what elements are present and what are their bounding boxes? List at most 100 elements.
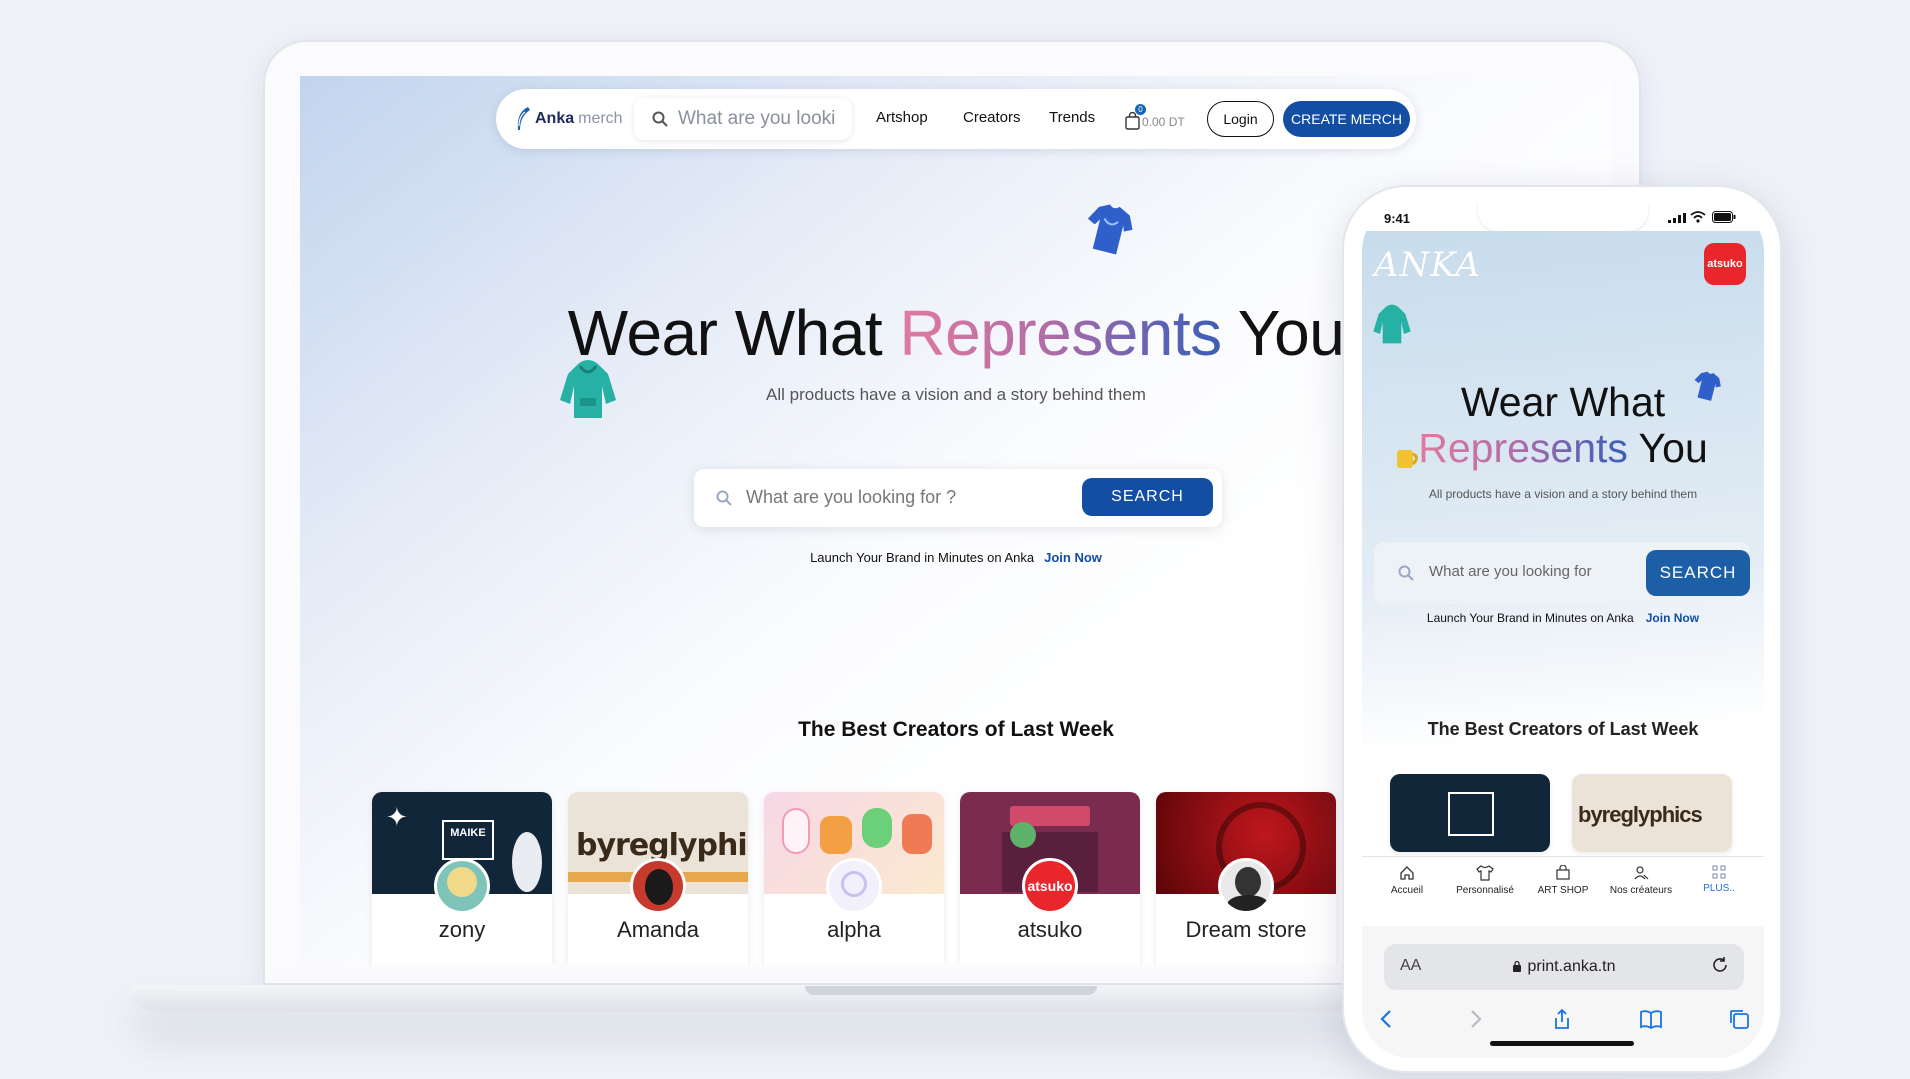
- hero-search-input[interactable]: What are you looking for ?: [746, 487, 956, 508]
- hero-search-bar: What are you looking for ? SEARCH: [694, 469, 1222, 527]
- creator-name: Dream store: [1185, 917, 1307, 942]
- mobile-join-now-link[interactable]: Join Now: [1646, 611, 1699, 625]
- hoodie-illustration-icon: [1373, 304, 1411, 344]
- cart-amount: 0.00 DT: [1142, 115, 1185, 129]
- address-bar[interactable]: AA print.anka.tn: [1384, 944, 1744, 990]
- sparkle-icon: ✦: [386, 802, 408, 832]
- search-icon: [652, 111, 668, 127]
- avatar: [826, 858, 882, 914]
- mobile-content: ANKA atsuko Wear What Represents You All…: [1362, 231, 1764, 856]
- creators-row: MAIKE ✦ zony byreglyphics Amanda alp: [372, 792, 1336, 964]
- nav-search-placeholder: What are you looki: [678, 108, 836, 129]
- tab-personnalise[interactable]: Personnalisé: [1450, 865, 1520, 926]
- tab-nos-createurs[interactable]: Nos créateurs: [1606, 865, 1676, 926]
- cart-button[interactable]: 0 0.00 DT: [1125, 104, 1195, 134]
- grid-icon: [1712, 865, 1726, 879]
- tab-label: Nos créateurs: [1609, 885, 1673, 896]
- hero-title-highlight: Represents: [899, 297, 1222, 369]
- phone-notch: [1478, 203, 1648, 231]
- user-avatar[interactable]: atsuko: [1704, 243, 1746, 285]
- cart-count-badge: 0: [1135, 104, 1146, 115]
- hero-title-start: Wear What: [567, 297, 900, 369]
- nav-link-creators[interactable]: Creators: [963, 109, 1021, 126]
- nav-search-input[interactable]: What are you looki: [634, 98, 852, 140]
- mobile-launch-label: Launch Your Brand in Minutes on Anka: [1426, 611, 1634, 625]
- mobile-search-button[interactable]: SEARCH: [1646, 550, 1750, 596]
- brand-logo[interactable]: Anka merch: [514, 106, 623, 132]
- nav-link-trends[interactable]: Trends: [1049, 109, 1095, 126]
- creator-card[interactable]: atsuko atsuko: [960, 792, 1140, 964]
- avatar: [1218, 858, 1274, 914]
- mobile-creator-card[interactable]: [1390, 774, 1550, 852]
- mobile-creators-row: byreglyphics: [1390, 774, 1732, 852]
- url-display: print.anka.tn: [1384, 958, 1744, 976]
- hero-search-button[interactable]: SEARCH: [1082, 478, 1213, 516]
- browser-toolbar: [1376, 1008, 1750, 1030]
- mobile-hero-title-line2: Represents You: [1362, 425, 1764, 472]
- nav-link-artshop[interactable]: Artshop: [876, 109, 928, 126]
- creator-card[interactable]: Dream store: [1156, 792, 1336, 964]
- avatar: [630, 858, 686, 914]
- brand-suffix: merch: [578, 110, 623, 127]
- creators-icon: [1634, 866, 1649, 880]
- tab-accueil[interactable]: Accueil: [1372, 865, 1442, 926]
- search-icon: [1398, 565, 1414, 581]
- tabs-icon[interactable]: [1728, 1008, 1750, 1030]
- join-now-link[interactable]: Join Now: [1044, 550, 1102, 565]
- avatar-label: atsuko: [1027, 878, 1073, 894]
- mobile-search-input[interactable]: What are you looking for: [1429, 563, 1592, 580]
- status-time: 9:41: [1384, 211, 1411, 226]
- tab-label: PLUS..: [1703, 883, 1735, 894]
- tshirt-illustration-icon: [1087, 204, 1133, 255]
- launch-label: Launch Your Brand in Minutes on Anka: [810, 550, 1035, 565]
- mobile-creator-banner-art: byreglyphics: [1578, 802, 1703, 827]
- status-bar: 9:41: [1362, 203, 1764, 231]
- tab-label: Personnalisé: [1456, 885, 1514, 896]
- creator-banner-art: MAIKE: [442, 820, 494, 860]
- creator-name: Amanda: [617, 917, 699, 942]
- tshirt-icon: [1476, 865, 1494, 881]
- tab-art-shop[interactable]: ART SHOP: [1528, 865, 1598, 926]
- wifi-icon: [1690, 211, 1706, 223]
- login-button[interactable]: Login: [1207, 101, 1274, 137]
- creator-banner-shape: [512, 832, 542, 892]
- phone-frame: 9:41 ANKA atsuko Wear What Represents Yo…: [1342, 185, 1782, 1073]
- navbar: Anka merch What are you looki Artshop Cre…: [496, 89, 1416, 149]
- avatar: [434, 858, 490, 914]
- mobile-creator-card[interactable]: byreglyphics: [1572, 774, 1732, 852]
- bookmarks-icon[interactable]: [1639, 1008, 1663, 1030]
- mobile-hero-title-highlight: Represents: [1418, 425, 1628, 471]
- lock-icon: [1513, 960, 1522, 972]
- mobile-logo[interactable]: ANKA: [1374, 245, 1481, 285]
- hero-title-end: You: [1221, 297, 1345, 369]
- forward-icon[interactable]: [1464, 1008, 1486, 1030]
- creator-card[interactable]: alpha: [764, 792, 944, 964]
- browser-bar: AA print.anka.tn: [1362, 926, 1764, 1058]
- mobile-screen: 9:41 ANKA atsuko Wear What Represents Yo…: [1362, 203, 1764, 1058]
- tab-label: ART SHOP: [1537, 885, 1589, 896]
- url-domain: print.anka.tn: [1527, 958, 1616, 975]
- mobile-search-bar: What are you looking for SEARCH: [1374, 542, 1750, 604]
- brand-name: Anka: [535, 110, 575, 127]
- signal-icon: [1668, 213, 1686, 223]
- mobile-launch-text: Launch Your Brand in Minutes on Anka Join…: [1362, 611, 1764, 625]
- creator-name: zony: [438, 917, 486, 942]
- feather-logo-icon: [517, 107, 530, 130]
- laptop-notch: [805, 986, 1097, 995]
- back-icon[interactable]: [1376, 1008, 1398, 1030]
- home-icon: [1400, 866, 1414, 880]
- battery-icon: [1712, 211, 1736, 223]
- search-icon: [716, 490, 732, 506]
- reload-icon[interactable]: [1710, 955, 1730, 975]
- tab-label: Accueil: [1390, 885, 1424, 896]
- creator-card[interactable]: byreglyphics Amanda: [568, 792, 748, 964]
- home-indicator: [1490, 1041, 1634, 1046]
- creator-name: atsuko: [1017, 917, 1083, 942]
- mobile-hero-subtitle: All products have a vision and a story b…: [1428, 487, 1698, 501]
- avatar: atsuko: [1022, 858, 1078, 914]
- share-icon[interactable]: [1551, 1008, 1573, 1030]
- tab-plus[interactable]: PLUS..: [1684, 865, 1754, 926]
- creator-card[interactable]: MAIKE ✦ zony: [372, 792, 552, 964]
- create-merch-button[interactable]: CREATE MERCH: [1283, 101, 1410, 137]
- shop-icon: [1556, 865, 1570, 880]
